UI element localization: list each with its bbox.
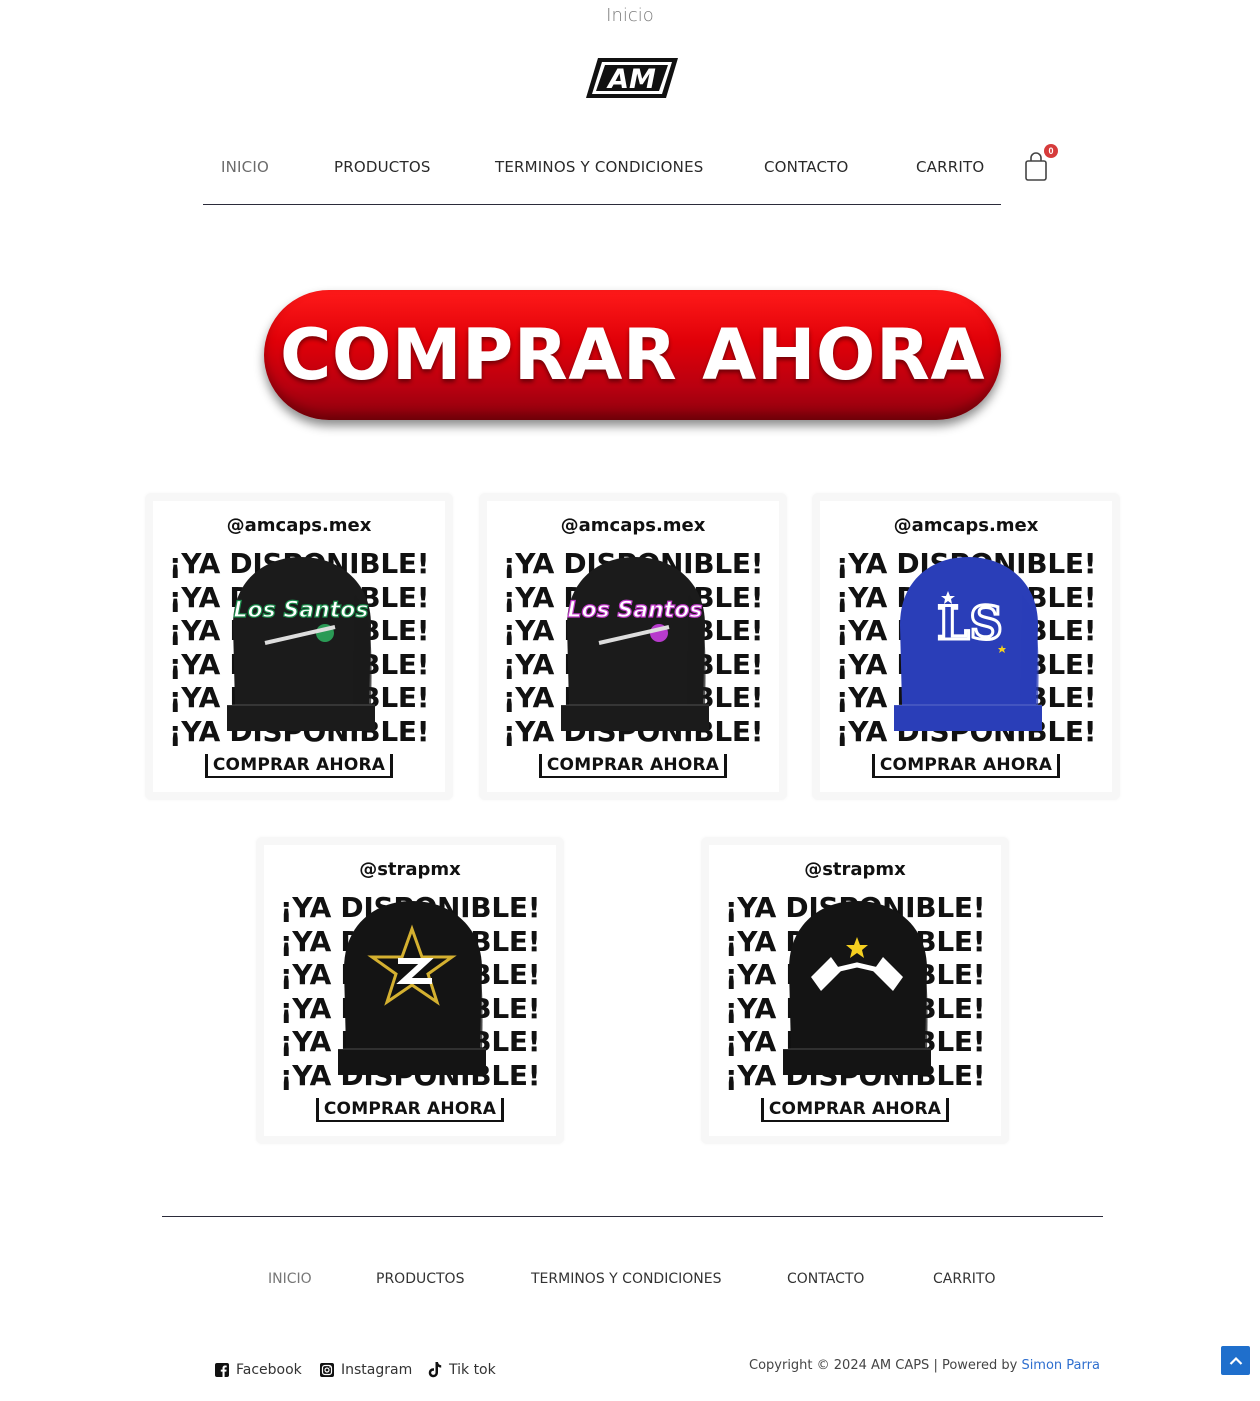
footer-nav-productos[interactable]: PRODUCTOS	[376, 1271, 464, 1287]
product-card[interactable]: @amcaps.mex¡YA DISPONIBLE!¡YA DISPONIBLE…	[145, 493, 453, 800]
instagram-icon	[320, 1363, 334, 1377]
footer-nav-inicio[interactable]: INICIO	[268, 1271, 312, 1287]
cart-bag-icon[interactable]	[1024, 152, 1048, 182]
los-santos-green-cap-icon: Los Santos	[227, 557, 375, 731]
nav-item-terminos[interactable]: TERMINOS Y CONDICIONES	[495, 158, 703, 176]
footer-nav-terminos[interactable]: TERMINOS Y CONDICIONES	[531, 1271, 721, 1287]
facebook-link[interactable]: Facebook	[215, 1360, 302, 1380]
product-card[interactable]: @amcaps.mex¡YA DISPONIBLE!¡YA DISPONIBLE…	[479, 493, 787, 800]
main-nav: INICIO PRODUCTOS TERMINOS Y CONDICIONES …	[203, 158, 1001, 180]
powered-by-link[interactable]: Simon Parra	[1021, 1358, 1100, 1373]
instagram-label: Instagram	[341, 1362, 413, 1378]
svg-text:Los Santos: Los Santos	[568, 598, 703, 623]
chevron-up-icon	[1229, 1356, 1242, 1365]
tiktok-icon	[428, 1362, 442, 1378]
logo-text: AM	[606, 64, 656, 95]
card-comprar-ahora-button[interactable]: COMPRAR AHORA	[761, 1098, 949, 1122]
nav-divider	[203, 204, 1001, 205]
footer-nav: INICIO PRODUCTOS TERMINOS Y CONDICIONES …	[0, 1271, 1260, 1291]
los-santos-purple-cap-icon: Los Santos	[561, 557, 709, 731]
page-title: Inicio	[606, 5, 654, 26]
tiktok-link[interactable]: Tik tok	[428, 1360, 496, 1380]
scroll-to-top-button[interactable]	[1221, 1346, 1250, 1375]
double-star-black-cap-icon	[783, 901, 931, 1075]
comprar-ahora-button[interactable]: COMPRAR AHORA	[264, 290, 1001, 420]
card-handle: @strapmx	[359, 859, 461, 880]
product-card[interactable]: @amcaps.mex¡YA DISPONIBLE!¡YA DISPONIBLE…	[812, 493, 1120, 800]
product-card[interactable]: @strapmx¡YA DISPONIBLE!¡YA DISPONIBLE!¡Y…	[256, 837, 564, 1144]
nav-item-productos[interactable]: PRODUCTOS	[334, 158, 431, 176]
card-handle: @amcaps.mex	[226, 515, 372, 536]
facebook-icon	[215, 1363, 229, 1377]
copyright: Copyright © 2024 AM CAPS | Powered by Si…	[749, 1358, 1100, 1373]
star-s-black-cap-icon	[338, 901, 486, 1075]
copyright-text: Copyright © 2024 AM CAPS | Powered by	[749, 1358, 1022, 1373]
footer-nav-contacto[interactable]: CONTACTO	[787, 1271, 864, 1287]
footer-divider	[162, 1216, 1103, 1217]
instagram-link[interactable]: Instagram	[320, 1360, 412, 1380]
ls-blue-cap-icon: LS	[894, 557, 1042, 731]
svg-text:Los Santos: Los Santos	[234, 598, 369, 623]
nav-item-carrito[interactable]: CARRITO	[916, 158, 984, 176]
am-logo[interactable]: AM	[586, 56, 680, 100]
card-handle: @amcaps.mex	[893, 515, 1039, 536]
card-handle: @amcaps.mex	[560, 515, 706, 536]
card-comprar-ahora-button[interactable]: COMPRAR AHORA	[539, 754, 727, 778]
cart-count-badge: 0	[1044, 144, 1058, 158]
nav-item-contacto[interactable]: CONTACTO	[764, 158, 849, 176]
svg-text:LS: LS	[937, 596, 1003, 650]
card-comprar-ahora-button[interactable]: COMPRAR AHORA	[316, 1098, 504, 1122]
card-handle: @strapmx	[804, 859, 906, 880]
product-card[interactable]: @strapmx¡YA DISPONIBLE!¡YA DISPONIBLE!¡Y…	[701, 837, 1009, 1144]
comprar-ahora-label: COMPRAR AHORA	[279, 314, 986, 396]
footer-nav-carrito[interactable]: CARRITO	[933, 1271, 996, 1287]
nav-item-inicio[interactable]: INICIO	[221, 158, 269, 176]
facebook-label: Facebook	[236, 1362, 302, 1378]
tiktok-label: Tik tok	[449, 1362, 496, 1378]
card-comprar-ahora-button[interactable]: COMPRAR AHORA	[205, 754, 393, 778]
card-comprar-ahora-button[interactable]: COMPRAR AHORA	[872, 754, 1060, 778]
